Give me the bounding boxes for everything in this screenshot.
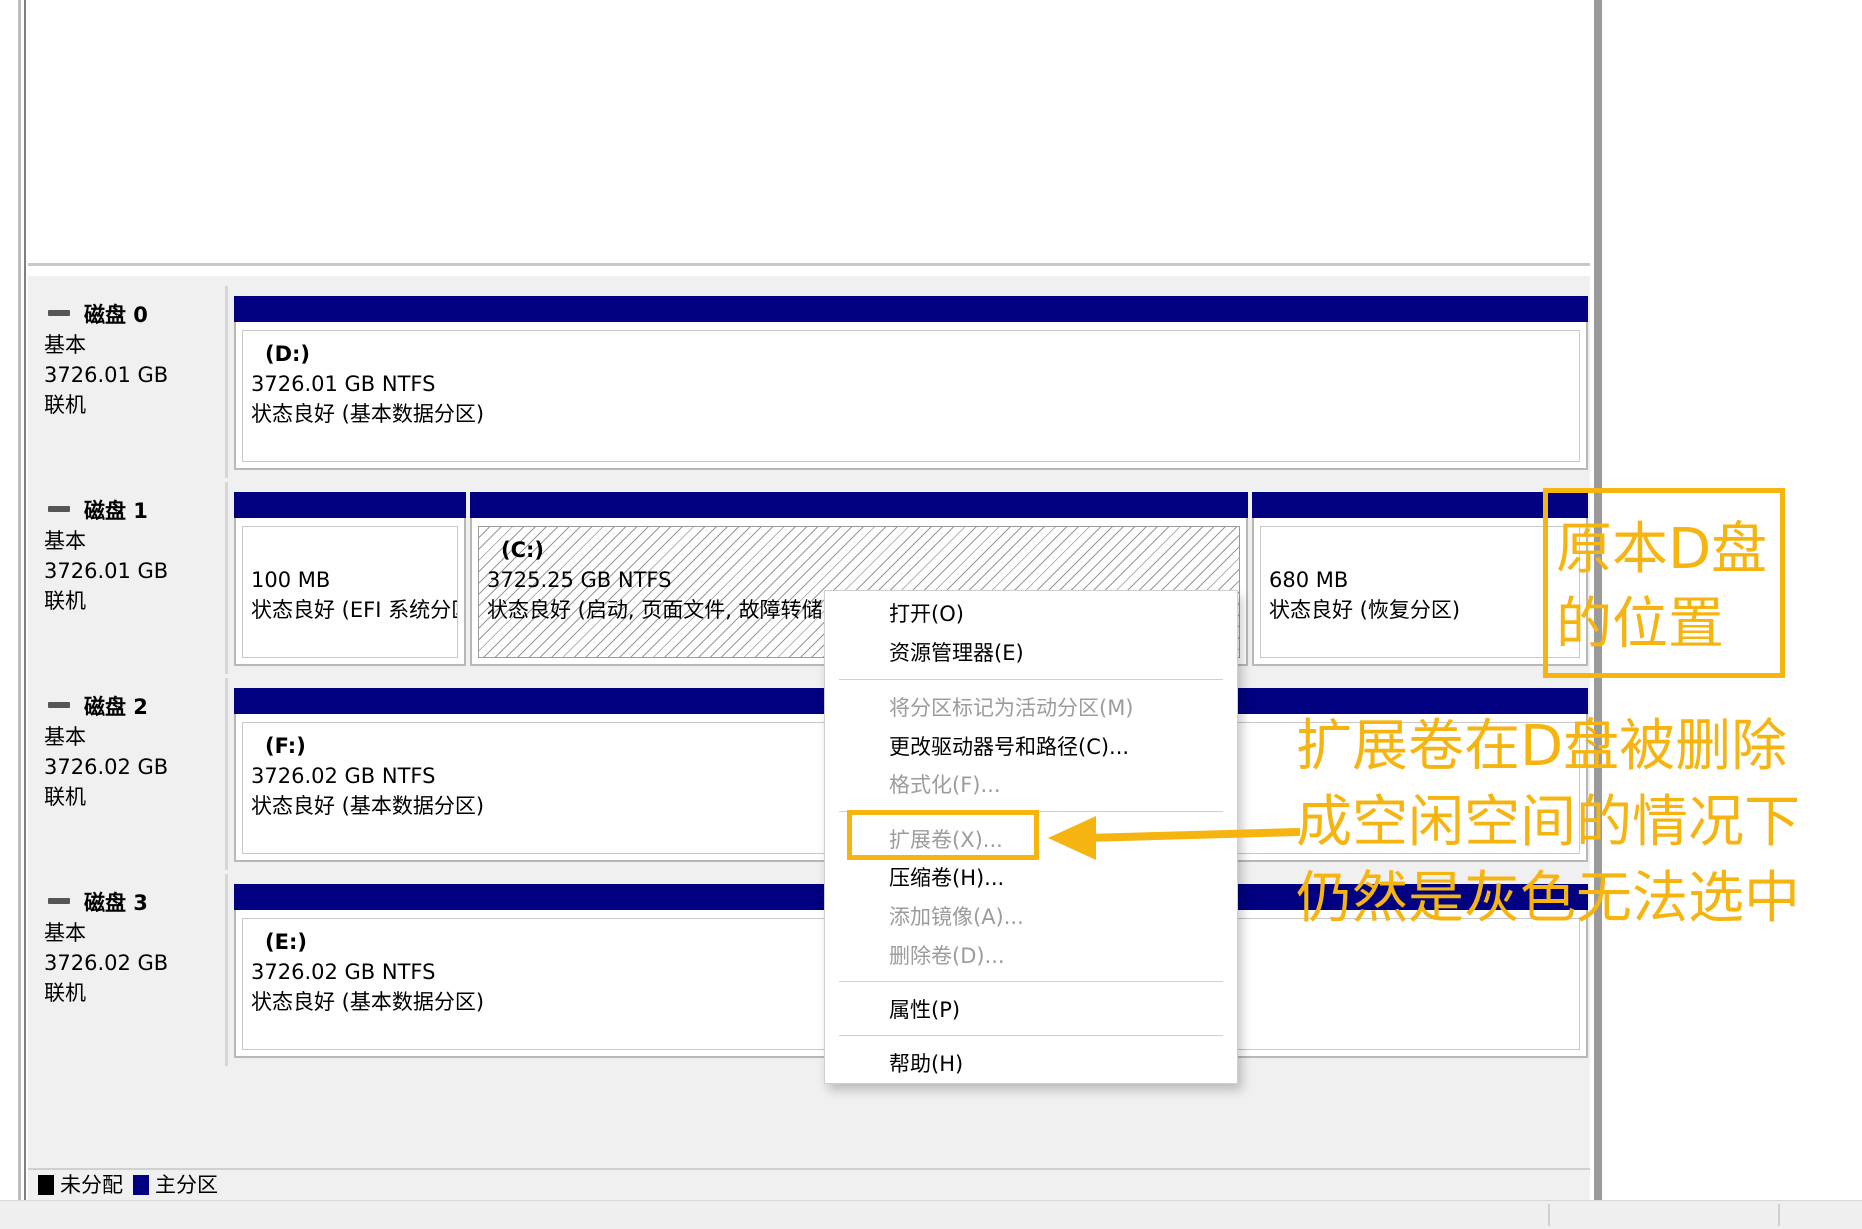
disk-type: 基本 <box>44 529 86 553</box>
partition-legend: 未分配 主分区 <box>28 1168 1590 1200</box>
annotation-note-line1: 扩展卷在D盘被删除 <box>1296 714 1788 779</box>
disk-2-label[interactable]: 磁盘 2 基本 3726.02 GB 联机 <box>30 678 228 870</box>
unallocated-swatch <box>38 1175 54 1195</box>
disk-type: 基本 <box>44 725 86 749</box>
legend-primary: 主分区 <box>155 1173 218 1197</box>
disk-status: 联机 <box>44 589 86 613</box>
menu-separator <box>839 981 1223 982</box>
disk-name: 磁盘 3 <box>84 891 148 915</box>
volume-status: 状态良好 (恢复分区) <box>1269 598 1461 622</box>
primary-partition-bar <box>470 492 1248 518</box>
menu-item-open[interactable]: 打开(O) <box>889 599 964 629</box>
menu-item-mark-active: 将分区标记为活动分区(M) <box>889 696 1134 720</box>
primary-partition-bar <box>1252 492 1588 518</box>
disk-status: 联机 <box>44 981 86 1005</box>
volume-status: 状态良好 (EFI 系统分区 <box>251 598 458 622</box>
disk-type: 基本 <box>44 333 86 357</box>
disk-status: 联机 <box>44 785 86 809</box>
primary-partition-swatch <box>133 1175 149 1195</box>
volume-label: (C:) <box>501 538 545 562</box>
annotation-note-line2: 成空闲空间的情况下 <box>1296 790 1800 855</box>
menu-item-add-mirror: 添加镜像(A)... <box>889 905 1024 929</box>
window-left-edge <box>18 0 21 1200</box>
status-bar-divider <box>1548 1204 1550 1226</box>
disk-1-label[interactable]: 磁盘 1 基本 3726.01 GB 联机 <box>30 482 228 674</box>
disk-name: 磁盘 2 <box>84 695 148 719</box>
disk-icon <box>48 702 70 708</box>
menu-item-help[interactable]: 帮助(H) <box>889 1049 963 1079</box>
volume-recovery[interactable]: 680 MB 状态良好 (恢复分区) <box>1252 492 1588 666</box>
disk-0-label[interactable]: 磁盘 0 基本 3726.01 GB 联机 <box>30 286 228 478</box>
volume-list-pane[interactable] <box>28 0 1590 266</box>
disk-size: 3726.01 GB <box>44 363 169 387</box>
menu-item-change-drive-letter[interactable]: 更改驱动器号和路径(C)... <box>889 732 1129 762</box>
disk-size: 3726.02 GB <box>44 951 169 975</box>
primary-partition-bar <box>234 492 466 518</box>
menu-item-properties[interactable]: 属性(P) <box>889 995 960 1025</box>
menu-item-shrink-volume[interactable]: 压缩卷(H)... <box>889 863 1004 893</box>
disk-3-label[interactable]: 磁盘 3 基本 3726.02 GB 联机 <box>30 874 228 1066</box>
disk-size: 3726.02 GB <box>44 755 169 779</box>
annotation-original-d-line2: 的位置 <box>1556 592 1724 657</box>
disk-icon <box>48 506 70 512</box>
menu-separator <box>839 1035 1223 1036</box>
extend-volume-highlight-box <box>847 810 1039 860</box>
status-bar <box>0 1200 1862 1229</box>
volume-size: 680 MB <box>1269 568 1349 592</box>
disk-icon <box>48 310 70 316</box>
disk-type: 基本 <box>44 921 86 945</box>
volume-label <box>1269 535 1579 565</box>
annotation-note-line3: 仍然是灰色无法选中 <box>1296 866 1800 931</box>
volume-efi[interactable]: 100 MB 状态良好 (EFI 系统分区 <box>234 492 466 666</box>
menu-item-explorer[interactable]: 资源管理器(E) <box>889 638 1024 668</box>
volume-label <box>251 535 457 565</box>
volume-size: 3726.01 GB NTFS <box>251 372 436 396</box>
disk-size: 3726.01 GB <box>44 559 169 583</box>
legend-unallocated: 未分配 <box>60 1173 123 1197</box>
annotation-original-d-line1: 原本D盘 <box>1556 517 1768 582</box>
menu-item-delete-volume: 删除卷(D)... <box>889 944 1005 968</box>
disk-status: 联机 <box>44 393 86 417</box>
volume-d[interactable]: (D:) 3726.01 GB NTFS 状态良好 (基本数据分区) <box>234 296 1588 470</box>
volume-size: 100 MB <box>251 568 331 592</box>
disk-name: 磁盘 0 <box>84 303 148 327</box>
primary-partition-bar <box>234 296 1588 322</box>
volume-label: (D:) <box>265 342 311 366</box>
annotation-arrow-icon <box>1048 816 1300 860</box>
disk-icon <box>48 898 70 904</box>
menu-separator <box>839 679 1223 680</box>
disk-name: 磁盘 1 <box>84 499 148 523</box>
volume-status: 状态良好 (基本数据分区) <box>251 402 485 426</box>
status-bar-divider <box>1778 1204 1780 1226</box>
menu-item-format: 格式化(F)... <box>889 773 1001 797</box>
window-left-border <box>0 0 26 1200</box>
